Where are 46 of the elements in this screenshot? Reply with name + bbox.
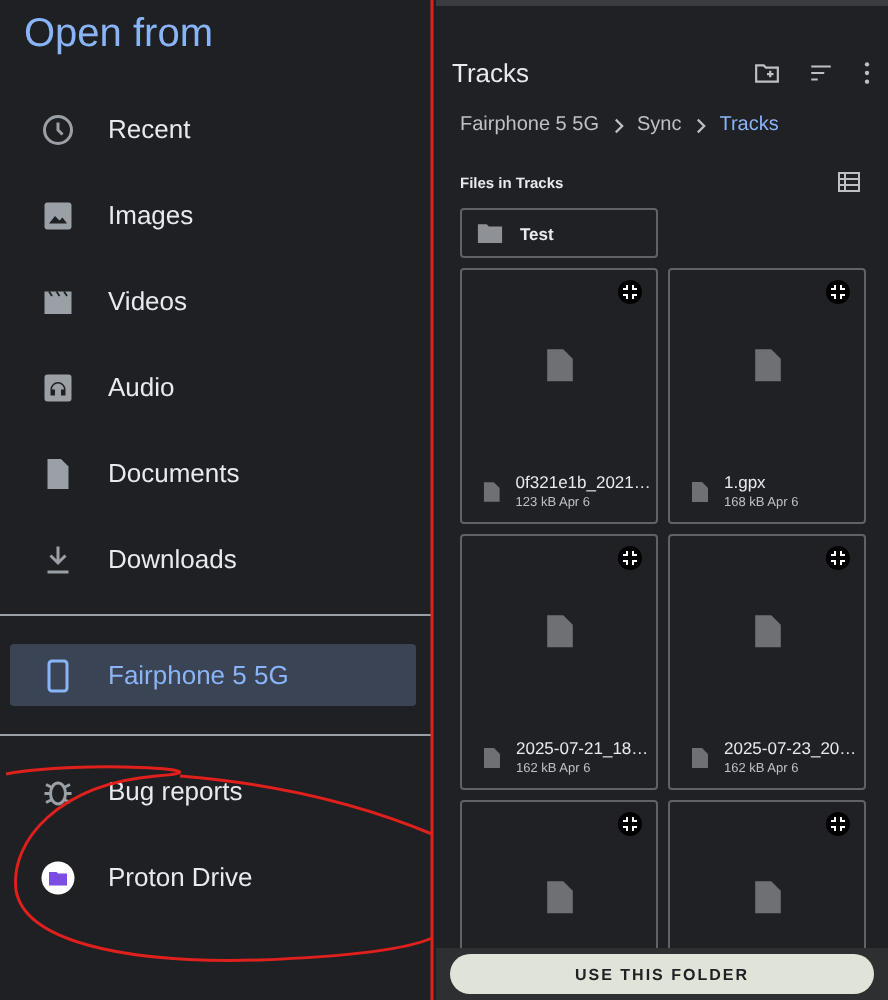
file-icon	[690, 479, 710, 503]
use-folder-button[interactable]: USE THIS FOLDER	[450, 954, 874, 994]
image-icon	[40, 197, 76, 233]
drawer-item[interactable]: Documents	[0, 430, 432, 516]
drawer-item[interactable]: Proton Drive	[0, 834, 432, 920]
collapse-icon[interactable]	[826, 546, 850, 570]
file-icon	[751, 612, 783, 651]
drawer-item[interactable]: Recent	[0, 86, 432, 172]
file-icon	[543, 612, 575, 651]
breadcrumb-item[interactable]: Sync	[637, 114, 682, 136]
new-folder-icon[interactable]	[754, 59, 780, 85]
file-name: 1.gpx	[724, 472, 768, 492]
chevron-icon	[611, 117, 625, 133]
collapse-icon[interactable]	[618, 546, 642, 570]
file-name: 2025-07-23_20…	[723, 738, 856, 758]
folder-card[interactable]: Test	[460, 208, 658, 258]
breadcrumb-item[interactable]: Fairphone 5 5G	[460, 114, 599, 136]
drawer-item[interactable]: Fairphone 5 5G	[10, 644, 416, 706]
drawer-item[interactable]: Videos	[0, 258, 432, 344]
more-icon[interactable]	[862, 59, 872, 85]
breadcrumb-item[interactable]: Tracks	[719, 114, 779, 136]
file-icon	[543, 346, 575, 385]
collapse-icon[interactable]	[618, 812, 642, 836]
file-icon	[482, 479, 502, 503]
folder-icon	[476, 222, 504, 244]
list-view-icon[interactable]	[838, 172, 860, 192]
file-icon	[482, 745, 502, 769]
folder-title: Tracks	[452, 57, 532, 87]
drawer-item[interactable]: Images	[0, 172, 432, 258]
file-icon	[751, 346, 783, 385]
file-icon	[690, 745, 710, 769]
sort-icon[interactable]	[808, 59, 834, 85]
file-icon	[751, 878, 783, 917]
file-name: 0f321e1b_2021…	[515, 472, 648, 492]
drawer-item[interactable]: Audio	[0, 344, 432, 430]
drive-app-icon	[40, 859, 76, 895]
drawer-item[interactable]: Downloads	[0, 516, 432, 602]
drawer-title: Open from	[22, 10, 215, 60]
collapse-icon[interactable]	[826, 280, 850, 304]
file-name: 2025-07-21_18…	[515, 738, 648, 758]
clock-icon	[40, 111, 76, 147]
collapse-icon[interactable]	[826, 812, 850, 836]
chevron-icon	[693, 117, 708, 133]
file-icon	[543, 878, 575, 917]
collapse-icon[interactable]	[618, 280, 642, 304]
headphones-icon	[40, 369, 76, 405]
